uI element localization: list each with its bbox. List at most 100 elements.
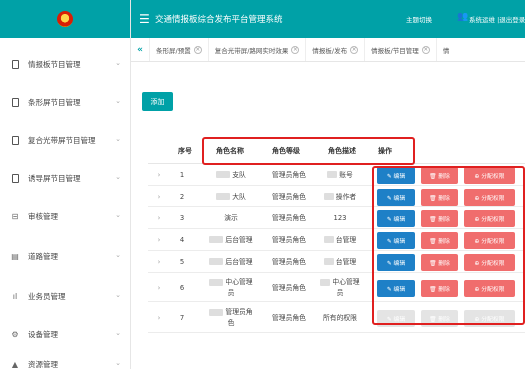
app-title: 交通情报板综合发布平台管理系统 [155,15,283,25]
bar-chart-icon: ıl [12,291,18,301]
role-desc: 123 [333,213,347,222]
sidebar-item-composite-screen[interactable]: 复合光带屏节目管理 ⌄ [0,120,131,160]
sidebar-item-label: 复合光带屏节目管理 [28,135,96,145]
sidebar-item-resource[interactable]: ▲ 资源管理 ⌄ [0,344,131,369]
role-name: 支队 [206,170,256,181]
expand-chevron-icon[interactable]: › [154,192,164,203]
tab-bar: « 条形屏/预置 × 复合光带屏/路网实时效果 × 情报板/发布 × 情报板/节… [131,38,525,62]
chevron-down-icon: ⌄ [115,291,121,299]
theme-switch-button[interactable]: 主题切换 [406,14,432,24]
tab-info-board-publish[interactable]: 情报板/发布 × [305,38,364,61]
redacted-text [323,193,334,200]
redacted-text [216,193,231,200]
sidebar-item-label: 审核管理 [28,211,58,221]
redacted-text [209,236,224,243]
logo-area [0,0,130,38]
sidebar-item-guide-screen[interactable]: 诱导屏节目管理 ⌄ [0,158,131,198]
sidebar-item-label: 条形屏节目管理 [28,97,81,107]
row-index: 5 [179,257,185,266]
tab-label: 条形屏/预置 [156,46,191,55]
emblem-logo [57,11,73,27]
redacted-text [209,308,224,316]
document-icon [10,97,20,107]
close-icon[interactable]: × [291,45,300,54]
redacted-text [320,278,331,286]
chevron-down-icon: ⌄ [115,135,121,143]
role-desc: 所有的权限 [323,313,357,322]
row-index: 6 [179,283,185,292]
row-index: 2 [179,192,185,201]
expand-chevron-icon[interactable]: › [154,257,164,268]
expand-chevron-icon[interactable]: › [154,283,164,294]
road-doc-icon: ▤ [11,251,19,261]
tab-info-board-program[interactable]: 情报板/节目管理 × [364,38,436,61]
close-icon[interactable]: × [350,45,359,54]
role-level: 管理员角色 [272,235,306,244]
role-name: 后台管理 [206,235,256,246]
expand-chevron-icon[interactable]: › [154,170,164,181]
sidebar-item-road[interactable]: ▤ 道路管理 ⌄ [0,236,131,276]
sidebar-item-label: 道路管理 [28,251,58,261]
chevron-down-icon: ⌄ [115,173,121,181]
redacted-text [209,258,224,265]
add-button[interactable]: 添加 [142,92,173,111]
document-icon [10,59,20,69]
tab-scroll-left-button[interactable]: « [131,45,149,55]
column-header-index: 序号 [178,147,192,155]
role-name: 管理员角色 [206,307,256,329]
sidebar-item-label: 设备管理 [28,329,58,339]
close-icon[interactable]: × [421,45,430,54]
tab-truncated[interactable]: 情 [435,38,456,61]
redacted-text [323,236,334,243]
sidebar-item-bar-screen[interactable]: 条形屏节目管理 ⌄ [0,82,131,122]
expand-chevron-icon[interactable]: › [154,235,164,246]
tab-composite-realtime[interactable]: 复合光带屏/路网实时效果 × [207,38,306,61]
role-desc: 操作者 [316,192,364,203]
row-index: 1 [179,170,185,179]
user-info-logout[interactable]: 系统运维 |退出登录 [469,14,525,24]
role-level: 管理员角色 [272,283,306,292]
role-desc: 中心管理员 [316,277,364,299]
role-name: 演示 [224,213,238,222]
sidebar-item-staff[interactable]: ıl 业务员管理 ⌄ [0,276,131,316]
role-desc: 台管理 [316,235,364,246]
role-name: 后台管理 [206,257,256,268]
close-icon[interactable]: × [193,45,202,54]
redacted-text [327,171,338,178]
expand-chevron-icon[interactable]: › [154,313,164,324]
gear-icon: ⚙ [11,329,19,339]
role-level: 管理员角色 [272,213,306,222]
sidebar: 情报板节目管理 ⌄ 条形屏节目管理 ⌄ 复合光带屏节目管理 ⌄ 诱导屏节目管理 … [0,0,131,369]
chevron-down-icon: ⌄ [115,251,121,259]
sidebar-item-info-board[interactable]: 情报板节目管理 ⌄ [0,44,131,84]
row-index: 7 [179,313,185,322]
role-name: 中心管理员 [206,277,256,299]
expand-chevron-icon[interactable]: › [154,213,164,224]
sidebar-item-audit[interactable]: ⊟ 审核管理 ⌄ [0,196,131,236]
users-icon: 👥 [457,12,469,22]
document-icon [10,135,20,145]
audit-icon: ⊟ [11,211,19,221]
hamburger-icon[interactable]: ☰ [139,12,150,26]
role-level: 管理员角色 [272,257,306,266]
redacted-text [216,171,231,178]
tab-bar-screen-preset[interactable]: 条形屏/预置 × [149,38,208,61]
chevron-down-icon: ⌄ [115,329,121,337]
redacted-text [209,278,224,286]
row-index: 4 [179,235,185,244]
tab-label: 情报板/发布 [312,46,348,55]
resource-icon: ▲ [11,359,19,369]
sidebar-item-label: 业务员管理 [28,291,66,301]
chevron-down-icon: ⌄ [115,211,121,219]
tab-label: 情报板/节目管理 [371,46,419,55]
chevron-down-icon: ⌄ [115,59,121,67]
top-header: ☰ 交通情报板综合发布平台管理系统 主题切换 👥 系统运维 |退出登录 [131,0,525,38]
sidebar-item-label: 诱导屏节目管理 [28,173,81,183]
tab-label: 复合光带屏/路网实时效果 [214,46,289,55]
sidebar-item-label: 情报板节目管理 [28,59,81,69]
sidebar-item-label: 资源管理 [28,359,58,369]
redacted-text [323,258,334,265]
header-highlight-box [202,137,415,165]
actions-highlight-box [372,166,525,325]
chevron-down-icon: ⌄ [115,97,121,105]
